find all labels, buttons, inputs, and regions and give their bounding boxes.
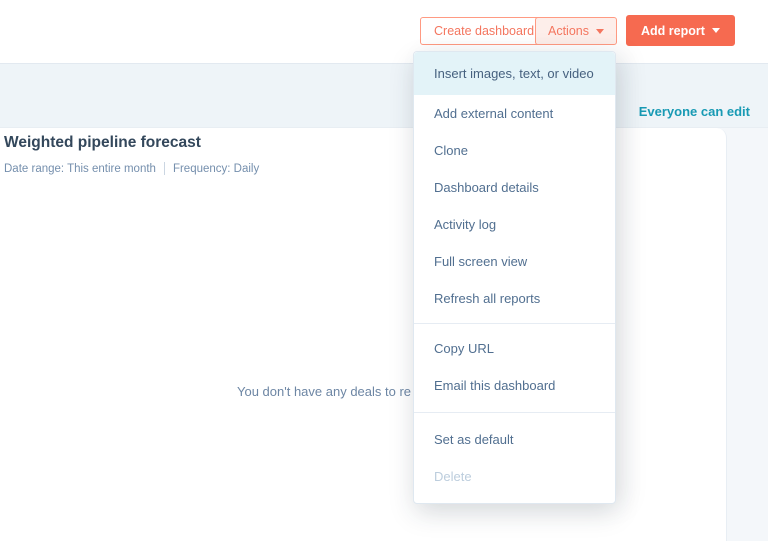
- menu-divider: [414, 412, 615, 413]
- meta-divider: [163, 162, 165, 175]
- report-meta: Date range: This entire month Frequency:…: [4, 162, 259, 175]
- menu-item-email-this-dashboard[interactable]: Email this dashboard: [414, 367, 615, 404]
- report-card: Weighted pipeline forecast Date range: T…: [0, 128, 727, 541]
- menu-item-copy-url[interactable]: Copy URL: [414, 330, 615, 367]
- menu-item-delete: Delete: [434, 469, 472, 484]
- menu-item-activity-log[interactable]: Activity log: [414, 206, 615, 243]
- dashboard-screen: Create dashboard Actions Add report Ever…: [0, 0, 768, 541]
- report-title: Weighted pipeline forecast: [4, 134, 201, 151]
- create-dashboard-button[interactable]: Create dashboard: [420, 17, 549, 45]
- actions-dropdown-menu: Insert images, text, or video Add extern…: [413, 51, 616, 504]
- add-report-button[interactable]: Add report: [626, 15, 735, 46]
- menu-item-refresh-all-reports[interactable]: Refresh all reports: [414, 280, 615, 317]
- menu-divider: [414, 323, 615, 324]
- menu-item-full-screen-view[interactable]: Full screen view: [414, 243, 615, 280]
- menu-item-add-external-content[interactable]: Add external content: [414, 95, 615, 132]
- empty-state-message: You don't have any deals to re: [237, 384, 412, 399]
- date-range-label: Date range: This entire month: [4, 162, 156, 175]
- create-dashboard-label: Create dashboard: [434, 24, 535, 38]
- add-report-label: Add report: [641, 23, 705, 38]
- dashboard-header-band: Everyone can edit: [0, 63, 768, 128]
- actions-label: Actions: [548, 24, 589, 38]
- menu-item-dashboard-details[interactable]: Dashboard details: [414, 169, 615, 206]
- chevron-down-icon: [711, 28, 720, 33]
- menu-item-set-as-default[interactable]: Set as default: [414, 421, 615, 458]
- toolbar: Create dashboard Actions Add report: [0, 0, 768, 63]
- menu-item-insert-images-text-or-video[interactable]: Insert images, text, or video: [414, 52, 615, 95]
- chevron-down-icon: [596, 28, 604, 34]
- actions-button[interactable]: Actions: [535, 17, 617, 45]
- menu-item-clone[interactable]: Clone: [414, 132, 615, 169]
- permission-label[interactable]: Everyone can edit: [639, 104, 750, 119]
- frequency-label: Frequency: Daily: [172, 162, 260, 175]
